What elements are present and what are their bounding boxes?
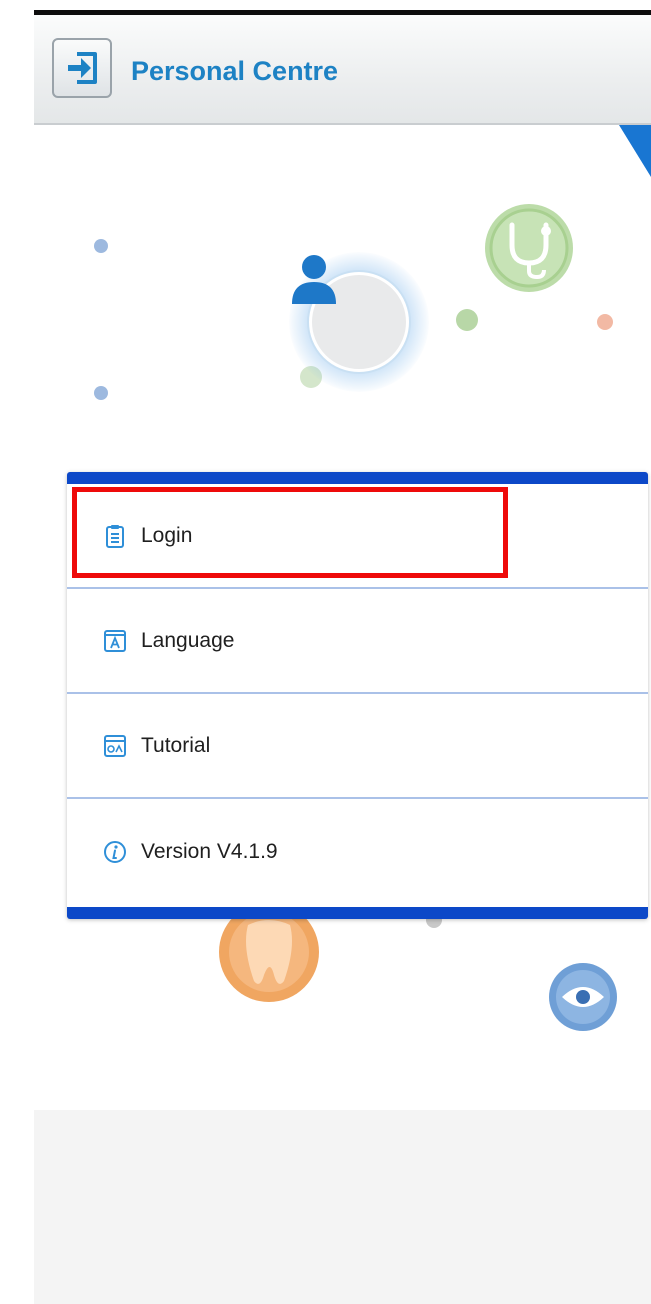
page-title: Personal Centre [131,56,339,86]
menu-card: Login Language Tutorial Version V4.1.9 [67,472,648,919]
menu-item-label: Version V4.1.9 [141,839,278,863]
clipboard-icon [103,524,127,548]
exit-door-icon [68,52,97,84]
menu-item-version[interactable]: Version V4.1.9 [67,799,648,904]
language-icon [103,629,127,653]
menu-item-label: Language [141,628,235,652]
header-bar: Personal Centre [34,15,651,125]
bottom-panel [34,1110,651,1304]
menu-item-tutorial[interactable]: Tutorial [67,694,648,799]
personal-centre-screen: Personal Centre Login Language Tutorial … [0,0,651,1304]
menu-item-login[interactable]: Login [67,484,648,589]
eye-icon [549,963,617,1031]
menu-item-label: Login [141,523,193,547]
user-icon [292,255,336,304]
menu-item-language[interactable]: Language [67,589,648,694]
back-button[interactable] [52,38,112,98]
info-icon [103,840,127,864]
avatar-glow [289,252,429,392]
avatar[interactable] [292,255,409,372]
menu-item-label: Tutorial [141,733,211,757]
stethoscope-icon [485,204,573,292]
tutorial-icon [103,734,127,758]
